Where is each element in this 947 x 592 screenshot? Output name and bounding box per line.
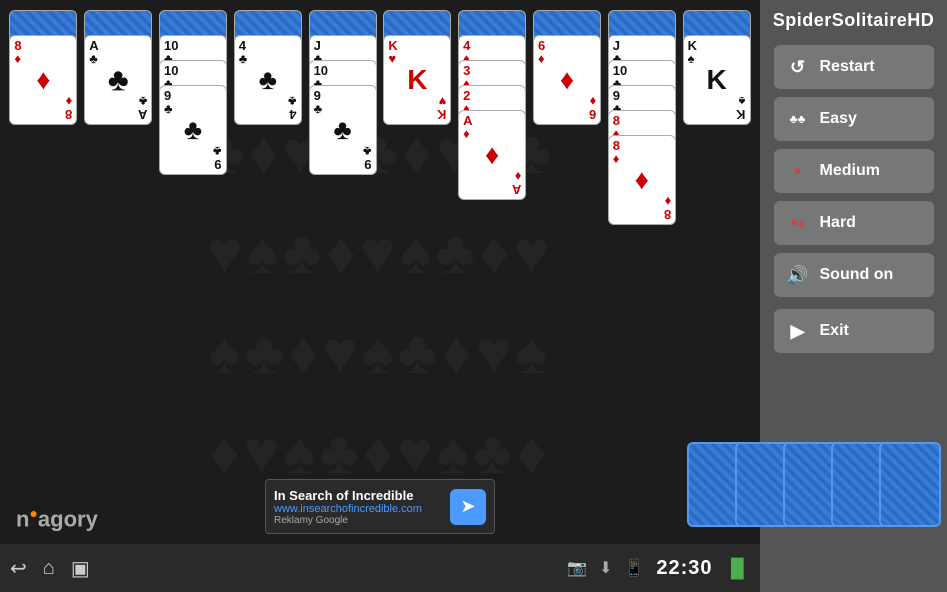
card-suit: ♣ — [108, 62, 129, 99]
screenshot-icon: 📷 — [567, 558, 587, 578]
ad-url: www.insearchofincredible.com — [274, 503, 442, 515]
restart-button[interactable]: ↺ Restart — [774, 45, 934, 89]
card[interactable]: 8♦ ♦ 8♦ — [9, 35, 77, 125]
magory-logo: n●agory — [16, 505, 98, 532]
card-rank: 4♣ — [239, 39, 248, 65]
exit-label: Exit — [820, 322, 849, 340]
card-suit: ♦ — [560, 64, 574, 96]
recents-icon[interactable]: ▣ — [71, 556, 90, 581]
card[interactable]: 6♦ ♦ 6♦ — [533, 35, 601, 125]
home-icon[interactable]: ⌂ — [43, 557, 55, 580]
restart-label: Restart — [820, 58, 875, 76]
bottom-bar: ↩ ⌂ ▣ 📷 ⬇ 📱 22:30 ▐▌ — [0, 544, 760, 592]
column-6[interactable]: K♥ K K♥ — [382, 10, 453, 225]
restart-icon: ↺ — [786, 57, 810, 78]
card-rank-bottom: 9♣ — [363, 145, 372, 171]
panel-title: SpiderSolitaireHD — [773, 10, 935, 31]
card[interactable]: A♦ ♦ A♦ — [458, 110, 526, 200]
game-area: ♣♦♥♠♣♦♥♠♣ ♥♠♣♦♥♠♣♦♥ ♠♣♦♥♠♣♦♥♠ ♦♥♠♣♦♥♠♣♦ … — [0, 0, 760, 592]
sound-icon: 🔊 — [786, 265, 810, 286]
sim-icon: 📱 — [624, 558, 644, 578]
easy-icon: ♣♣ — [786, 112, 810, 126]
column-9[interactable]: J♣ ♣ J♣ 10♣ ♣ 10♣ 9♣ ♣ 9♣ 8♦ ♦ 8♦ 8♦ ♦ — [606, 10, 677, 225]
column-10[interactable]: K♠ K K♠ — [681, 10, 752, 225]
card-suit: ♦ — [635, 164, 649, 196]
card-rank: 8♦ — [14, 39, 21, 65]
column-3[interactable]: 10♣ ♣ 10♣ 10♣ ♣ 10♣ 9♣ ♣ 9♣ — [158, 10, 229, 225]
ad-text: In Search of Incredible www.insearchofin… — [274, 488, 442, 526]
column-1[interactable]: 8♦ ♦ 8♦ — [8, 10, 79, 225]
card[interactable]: 9♣ ♣ 9♣ — [159, 85, 227, 175]
column-4[interactable]: 4♣ ♣ 4♣ — [232, 10, 303, 225]
time-display: 22:30 — [656, 557, 712, 580]
medium-label: Medium — [820, 162, 880, 180]
easy-label: Easy — [820, 110, 857, 128]
card-rank-bottom: 8♦ — [664, 195, 671, 221]
card-rank-bottom: A♣ — [138, 95, 147, 121]
medium-icon: ♥ — [786, 164, 810, 178]
column-7[interactable]: 4♦ ♦ 4♦ 3♦ ♦ 3♦ 2♦ ♦ 2♦ A♦ ♦ A♦ — [457, 10, 528, 225]
easy-button[interactable]: ♣♣ Easy — [774, 97, 934, 141]
right-panel: SpiderSolitaireHD ↺ Restart ♣♣ Easy ♥ Me… — [760, 0, 947, 592]
ad-arrow-button[interactable]: ➤ — [450, 489, 486, 525]
card-rank-bottom: 4♣ — [288, 95, 297, 121]
card-rank: A♣ — [89, 39, 98, 65]
card-suit: ♦ — [36, 64, 50, 96]
deck-area[interactable] — [687, 442, 941, 527]
hard-label: Hard — [820, 214, 856, 232]
download-icon: ⬇ — [599, 558, 612, 578]
card-rank: K♠ — [688, 39, 697, 65]
card-rank-bottom: K♥ — [437, 95, 446, 121]
card-suit: ♣ — [184, 114, 202, 146]
card-rank-bottom: 9♣ — [213, 145, 222, 171]
card-suit: ♣ — [259, 64, 277, 96]
card-rank: 6♦ — [538, 39, 545, 65]
sound-button[interactable]: 🔊 Sound on — [774, 253, 934, 297]
medium-button[interactable]: ♥ Medium — [774, 149, 934, 193]
card-suit: ♣ — [333, 114, 351, 146]
card[interactable]: 8♦ ♦ 8♦ — [608, 135, 676, 225]
card-columns: 8♦ ♦ 8♦ A♣ ♣ A♣ 10♣ ♣ 10♣ 10♣ ♣ — [0, 10, 760, 225]
card-rank: 8♦ — [613, 139, 620, 165]
card[interactable]: 9♣ ♣ 9♣ — [309, 85, 377, 175]
card[interactable]: 4♣ ♣ 4♣ — [234, 35, 302, 125]
column-2[interactable]: A♣ ♣ A♣ — [83, 10, 154, 225]
ad-title: In Search of Incredible — [274, 488, 442, 503]
exit-icon: ▶ — [786, 321, 810, 342]
card[interactable]: K♠ K K♠ — [683, 35, 751, 125]
card-rank: A♦ — [463, 114, 472, 140]
back-icon[interactable]: ↩ — [10, 556, 27, 581]
card[interactable]: K♥ K K♥ — [383, 35, 451, 125]
status-bar-right: 📷 ⬇ 📱 22:30 ▐▌ — [567, 557, 750, 580]
deck-card-5 — [879, 442, 941, 527]
column-5[interactable]: J♣ J♣ J♣ 10♣ ♣ 10♣ 9♣ ♣ 9♣ — [307, 10, 378, 225]
card-rank: 9♣ — [314, 89, 323, 115]
card-suit: ♦ — [485, 139, 499, 171]
ad-source: Reklamy Google — [274, 515, 442, 526]
card-rank-bottom: 8♦ — [65, 95, 72, 121]
card-suit: K — [407, 64, 427, 96]
card-rank: K♥ — [388, 39, 397, 65]
sound-label: Sound on — [820, 266, 894, 284]
exit-button[interactable]: ▶ Exit — [774, 309, 934, 353]
card-rank-bottom: A♦ — [512, 170, 521, 196]
hard-button[interactable]: ♥♠ Hard — [774, 201, 934, 245]
card-suit: K — [706, 64, 726, 96]
card-rank-bottom: 6♦ — [589, 95, 596, 121]
column-8[interactable]: 6♦ ♦ 6♦ — [532, 10, 603, 225]
battery-icon: ▐▌ — [724, 558, 750, 579]
hard-icon: ♥♠ — [786, 216, 810, 230]
ad-banner[interactable]: In Search of Incredible www.insearchofin… — [265, 479, 495, 534]
card[interactable]: A♣ ♣ A♣ — [84, 35, 152, 125]
card-rank-bottom: K♠ — [736, 95, 745, 121]
card-rank: 9♣ — [164, 89, 173, 115]
